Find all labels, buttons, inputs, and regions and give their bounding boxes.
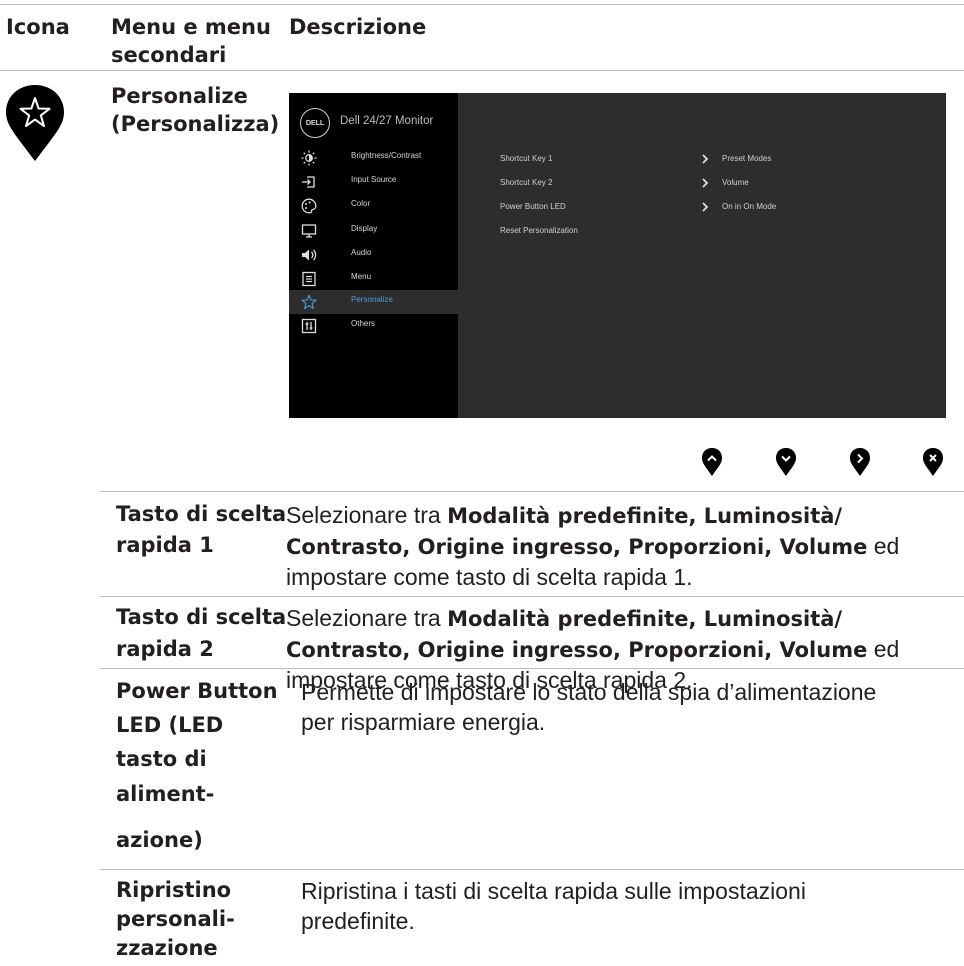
- row-label: LED (LED: [116, 713, 224, 737]
- header-menu-column-line2: secondari: [111, 43, 227, 67]
- row-rule: [100, 491, 964, 492]
- header-rule: [0, 70, 964, 71]
- osd-menu-others[interactable]: Others: [289, 314, 458, 338]
- row-rule: [100, 869, 964, 870]
- osd-menu-color[interactable]: Color: [289, 194, 458, 218]
- osd-sidebar: DELL Dell 24/27 Monitor Brightness/Contr…: [289, 93, 458, 418]
- osd-menu-label: Personalize: [351, 295, 393, 304]
- color-icon: [301, 198, 317, 214]
- desc-line: per risparmiare energia.: [301, 709, 546, 735]
- desc-line: Ripristina i tasti di scelta rapida sull…: [301, 878, 806, 904]
- row-description: Ripristina i tasti di scelta rapida sull…: [301, 876, 961, 936]
- osd-menu-audio[interactable]: Audio: [289, 243, 458, 267]
- down-icon[interactable]: [775, 447, 797, 477]
- osd-menu-label: Color: [351, 199, 371, 208]
- menu-icon: [302, 271, 316, 287]
- menu-personalize-line2: (Personalizza): [111, 112, 280, 136]
- chevron-right-icon: [702, 202, 709, 212]
- osd-menu-label: Display: [351, 224, 378, 233]
- osd-menu-input-source[interactable]: Input Source: [289, 170, 458, 194]
- row-label: Tasto di scelta: [116, 502, 287, 526]
- osd-menu-menu[interactable]: Menu: [289, 267, 458, 291]
- right-icon[interactable]: [849, 447, 871, 477]
- row-description: Selezionare tra Modalità predefinite, Lu…: [286, 500, 964, 592]
- others-icon: [301, 318, 317, 334]
- up-icon[interactable]: [701, 447, 723, 477]
- audio-icon: [302, 249, 317, 261]
- star-icon: [301, 294, 317, 310]
- osd-menu-brightness[interactable]: Brightness/Contrast: [289, 146, 458, 170]
- osd-row-label: Power Button LED: [500, 202, 566, 211]
- osd-menu-personalize[interactable]: Personalize: [289, 290, 458, 314]
- header-icon-column: Icona: [6, 15, 70, 39]
- row-rule: [100, 596, 964, 597]
- row-label: azione): [116, 828, 203, 852]
- row-label: Power Button: [116, 679, 278, 703]
- brightness-icon: [301, 150, 317, 166]
- desc-line: Selezionare tra Modalità predefinite, Lu…: [286, 502, 843, 528]
- dell-logo: DELL: [300, 108, 330, 138]
- row-label: zzazione: [116, 936, 218, 960]
- input-source-icon: [302, 176, 315, 188]
- osd-menu-label: Menu: [351, 272, 372, 281]
- osd-menu-label: Audio: [351, 248, 372, 257]
- desc-line: predefinite.: [301, 908, 415, 934]
- desc-line: Contrasto, Origine ingresso, Proporzioni…: [286, 636, 900, 662]
- osd-title: Dell 24/27 Monitor: [340, 115, 434, 127]
- header-menu-column-line1: Menu e menu: [111, 15, 271, 39]
- row-description: Permette di impostare lo stato della spi…: [301, 677, 961, 737]
- osd-menu-label: Brightness/Contrast: [351, 151, 422, 160]
- osd-row-label: Shortcut Key 1: [500, 154, 553, 163]
- desc-line: Permette di impostare lo stato della spi…: [301, 679, 877, 705]
- osd-menu-label: Input Source: [351, 175, 397, 184]
- osd-menu-display[interactable]: Display: [289, 219, 458, 243]
- header-description-column: Descrizione: [289, 15, 427, 39]
- osd-row-value: On in On Mode: [722, 202, 777, 211]
- desc-line: impostare come tasto di scelta rapida 1.: [286, 564, 693, 590]
- row-label: Tasto di scelta: [116, 605, 287, 629]
- close-icon[interactable]: [922, 447, 944, 477]
- top-rule: [0, 4, 964, 5]
- osd-row-label: Shortcut Key 2: [500, 178, 553, 187]
- osd-row-label: Reset Personalization: [500, 226, 578, 235]
- row-label: rapida 1: [116, 533, 214, 557]
- chevron-right-icon: [702, 154, 709, 164]
- row-label: aliment-: [116, 782, 215, 806]
- osd-row-value: Volume: [722, 178, 749, 187]
- display-icon: [301, 224, 317, 238]
- osd-menu-label: Others: [351, 319, 376, 328]
- row-label: rapida 2: [116, 637, 214, 661]
- desc-line: Selezionare tra Modalità predefinite, Lu…: [286, 605, 843, 631]
- desc-line: Contrasto, Origine ingresso, Proporzioni…: [286, 533, 900, 559]
- star-icon: [6, 85, 64, 161]
- osd-screenshot: DELL Dell 24/27 Monitor Brightness/Contr…: [289, 93, 946, 418]
- chevron-right-icon: [702, 178, 709, 188]
- row-label: tasto di: [116, 747, 207, 771]
- osd-row-value: Preset Modes: [722, 154, 772, 163]
